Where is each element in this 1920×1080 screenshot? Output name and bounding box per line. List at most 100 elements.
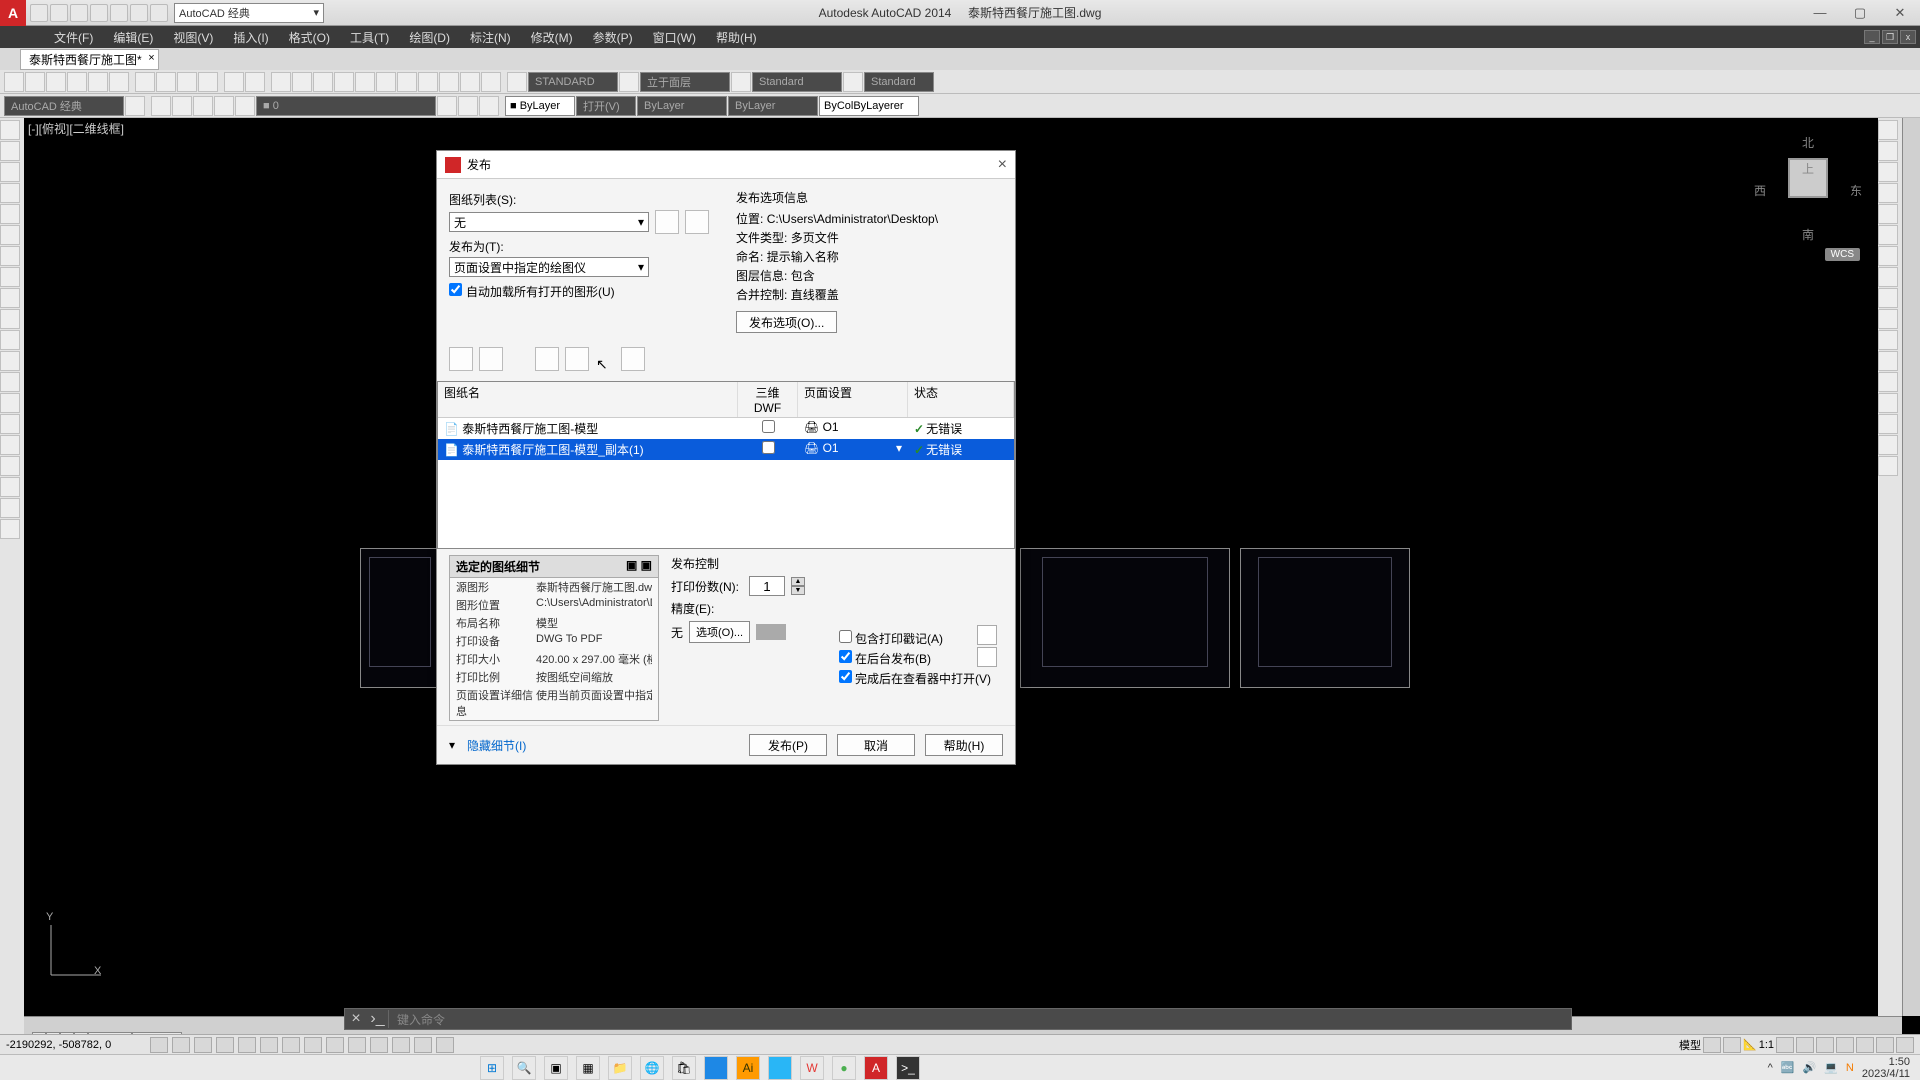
block-icon[interactable]	[0, 372, 20, 392]
maximize-button[interactable]: ▢	[1840, 2, 1880, 24]
menu-param[interactable]: 参数(P)	[583, 29, 643, 46]
hatch-icon[interactable]	[0, 414, 20, 434]
row1-dwf-checkbox[interactable]	[762, 441, 775, 454]
layer-prev-icon[interactable]	[437, 96, 457, 116]
row0-dwf-checkbox[interactable]	[762, 420, 775, 433]
table-style-combo[interactable]: Standard	[752, 72, 842, 92]
dim-style-icon[interactable]	[619, 72, 639, 92]
taskview-button[interactable]: ▣	[544, 1056, 568, 1080]
layer-props-icon[interactable]	[151, 96, 171, 116]
stretch-icon[interactable]	[1878, 288, 1898, 308]
add-sheet-button[interactable]	[449, 347, 473, 371]
xline-icon[interactable]	[0, 141, 20, 161]
menu-modify[interactable]: 修改(M)	[521, 29, 583, 46]
app-1-icon[interactable]	[704, 1056, 728, 1080]
isolate-icon[interactable]	[1876, 1037, 1894, 1053]
ellipse-arc-icon[interactable]	[0, 330, 20, 350]
app-2-icon[interactable]	[768, 1056, 792, 1080]
ducs-toggle[interactable]	[304, 1037, 322, 1053]
menu-view[interactable]: 视图(V)	[163, 29, 223, 46]
qat-new-icon[interactable]	[30, 4, 48, 22]
qat-saveas-icon[interactable]	[90, 4, 108, 22]
cmdline-history-icon[interactable]: ›_	[367, 1010, 389, 1028]
sheet-list-combo[interactable]: 无▾	[449, 212, 649, 232]
publish-icon[interactable]	[109, 72, 129, 92]
edge-icon[interactable]: 🌐	[640, 1056, 664, 1080]
workspace-switch-icon[interactable]	[1816, 1037, 1834, 1053]
wechat-icon[interactable]: ●	[832, 1056, 856, 1080]
menu-file[interactable]: 文件(F)	[44, 29, 103, 46]
tray-volume-icon[interactable]: 🔊	[1803, 1061, 1817, 1074]
zoom-window-icon[interactable]	[313, 72, 333, 92]
ellipse-icon[interactable]	[0, 309, 20, 329]
array-icon[interactable]	[1878, 204, 1898, 224]
vertical-scrollbar[interactable]	[1902, 118, 1920, 1016]
menu-window[interactable]: 窗口(W)	[643, 29, 706, 46]
publish-button[interactable]: 发布(P)	[749, 734, 827, 756]
menu-draw[interactable]: 绘图(D)	[399, 29, 460, 46]
lwt-toggle[interactable]	[348, 1037, 366, 1053]
polygon-icon[interactable]	[0, 183, 20, 203]
move-icon[interactable]	[1878, 225, 1898, 245]
mleader-style-icon[interactable]	[843, 72, 863, 92]
col-page-setup[interactable]: 页面设置	[798, 382, 908, 417]
autocad-taskbar-icon[interactable]: A	[864, 1056, 888, 1080]
mdi-minimize-button[interactable]: _	[1864, 30, 1880, 44]
wcs-badge[interactable]: WCS	[1825, 248, 1860, 261]
zoom-prev-icon[interactable]	[334, 72, 354, 92]
stamp-settings-button[interactable]	[977, 625, 997, 645]
line-icon[interactable]	[0, 120, 20, 140]
command-line[interactable]: × ›_ 键入命令	[344, 1008, 1572, 1030]
dialog-titlebar[interactable]: 发布 ×	[437, 151, 1015, 179]
publish-to-combo[interactable]: 页面设置中指定的绘图仪▾	[449, 257, 649, 277]
tab-close-icon[interactable]: ×	[148, 52, 154, 64]
pline-icon[interactable]	[0, 162, 20, 182]
qat-save-icon[interactable]	[70, 4, 88, 22]
qat-print-icon[interactable]	[110, 4, 128, 22]
point-icon[interactable]	[0, 393, 20, 413]
dialog-close-button[interactable]: ×	[998, 156, 1007, 174]
include-stamp-checkbox[interactable]	[839, 630, 852, 643]
precision-slider[interactable]	[756, 624, 786, 640]
tray-network-icon[interactable]: 💻	[1824, 1061, 1838, 1074]
tray-ime-icon[interactable]: 🔤	[1781, 1061, 1795, 1074]
scale-icon[interactable]	[1878, 267, 1898, 287]
preview-icon[interactable]	[88, 72, 108, 92]
copies-up-button[interactable]: ▲	[791, 577, 805, 586]
mdi-restore-button[interactable]: ❐	[1882, 30, 1898, 44]
mirror-icon[interactable]	[1878, 162, 1898, 182]
chamfer-icon[interactable]	[1878, 393, 1898, 413]
publish-options-button[interactable]: 发布选项(O)...	[736, 311, 837, 333]
close-button[interactable]: ✕	[1880, 2, 1920, 24]
color-combo[interactable]: ■ ByLayer	[505, 96, 575, 116]
erase-icon[interactable]	[1878, 120, 1898, 140]
toolpalette-icon[interactable]	[397, 72, 417, 92]
widgets-button[interactable]: ▦	[576, 1056, 600, 1080]
save-icon[interactable]	[46, 72, 66, 92]
search-button[interactable]: 🔍	[512, 1056, 536, 1080]
gradient-icon[interactable]	[0, 435, 20, 455]
rectangle-icon[interactable]	[0, 204, 20, 224]
move-down-button[interactable]	[565, 347, 589, 371]
quickview-drawings-icon[interactable]	[1723, 1037, 1741, 1053]
insert-icon[interactable]	[0, 351, 20, 371]
model-space-button[interactable]: 模型	[1679, 1037, 1701, 1053]
collapse-arrow-icon[interactable]: ▾	[449, 738, 455, 752]
table-icon[interactable]	[0, 477, 20, 497]
cancel-button[interactable]: 取消	[837, 734, 915, 756]
sheet-row-1[interactable]: 📄 泰斯特西餐厅施工图-模型_副本(1) 🖨 O1 ▾ ✓无错误	[438, 439, 1014, 460]
redo-icon[interactable]	[245, 72, 265, 92]
extend-icon[interactable]	[1878, 330, 1898, 350]
tpy-toggle[interactable]	[370, 1037, 388, 1053]
gear-icon[interactable]	[125, 96, 145, 116]
explode-icon[interactable]	[1878, 456, 1898, 476]
workspace-combo[interactable]: AutoCAD 经典 ▾	[174, 3, 324, 23]
copy-icon[interactable]	[156, 72, 176, 92]
qat-undo-icon[interactable]	[130, 4, 148, 22]
autoload-checkbox[interactable]	[449, 283, 462, 296]
pan-icon[interactable]	[271, 72, 291, 92]
menu-help[interactable]: 帮助(H)	[706, 29, 767, 46]
sc-toggle[interactable]	[414, 1037, 432, 1053]
paste-icon[interactable]	[177, 72, 197, 92]
arc-icon[interactable]	[0, 225, 20, 245]
